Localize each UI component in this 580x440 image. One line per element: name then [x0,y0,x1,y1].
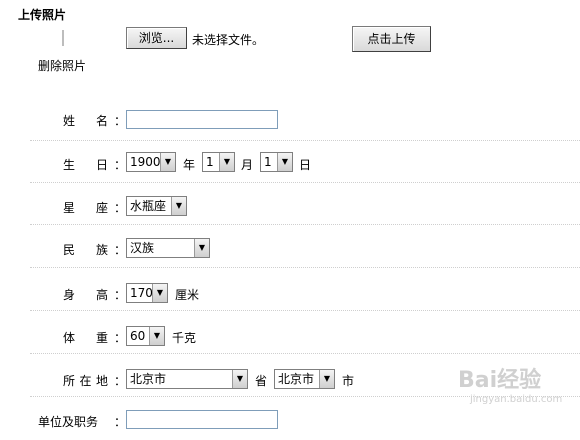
chevron-down-icon: ▼ [277,153,292,171]
height-value: 170 [130,286,153,300]
birth-day-value: 1 [264,155,272,169]
weight-value: 60 [130,329,146,343]
location-label: 所 在 地 [63,374,108,388]
zodiac-label: 星 座 [63,201,108,215]
height-colon: ： [114,288,127,302]
row-divider [30,224,580,225]
watermark-url: jingyan.baidu.com [470,394,563,405]
photo-preview-placeholder [62,30,64,46]
form-row-name: 姓 名 ： [0,99,580,141]
form-row-birthday: 生 日 ： 1900 ▼ 年 1 ▼ 月 1 ▼ 日 [0,141,580,183]
province-unit: 省 [255,374,268,388]
zodiac-select[interactable]: 水瓶座 ▼ [126,196,187,216]
chevron-down-icon: ▼ [171,197,186,215]
province-select[interactable]: 北京市 ▼ [126,369,248,389]
height-unit: 厘米 [175,288,200,302]
year-unit: 年 [183,158,196,172]
birthday-label: 生 日 [63,158,108,172]
weight-label: 体 重 [63,331,108,345]
chevron-down-icon: ▼ [194,239,209,257]
employer-colon: ： [114,415,127,429]
row-divider [30,267,580,268]
employer-label: 单位及职务 [38,415,99,429]
location-colon: ： [114,374,127,388]
name-label: 姓 名 [63,114,108,128]
chevron-down-icon: ▼ [160,153,175,171]
city-unit: 市 [342,374,355,388]
birthday-colon: ： [114,158,127,172]
chevron-down-icon: ▼ [149,327,164,345]
ethnicity-colon: ： [114,243,127,257]
weight-unit: 千克 [172,331,197,345]
row-divider [30,353,580,354]
ethnicity-select[interactable]: 汉族 ▼ [126,238,210,258]
zodiac-colon: ： [114,201,127,215]
form-row-weight: 体 重 ： 60 ▼ 千克 [0,312,580,354]
browse-button[interactable]: 浏览... [126,27,187,49]
no-file-selected-text: 未选择文件。 [192,33,265,47]
baidu-watermark: Bai经验 jingyan.baidu.com [458,362,562,405]
row-divider [30,310,580,311]
watermark-logo-text: Bai经验 [458,368,542,393]
name-input[interactable] [126,110,278,129]
upload-button[interactable]: 点击上传 [352,26,431,52]
city-select[interactable]: 北京市 ▼ [274,369,335,389]
birth-year-select[interactable]: 1900 ▼ [126,152,176,172]
form-row-zodiac: 星 座 ： 水瓶座 ▼ [0,183,580,225]
form-row-height: 身 高 ： 170 ▼ 厘米 [0,269,580,311]
chevron-down-icon: ▼ [232,370,247,388]
birth-year-value: 1900 [130,155,161,169]
city-value: 北京市 [278,372,315,386]
birth-month-select[interactable]: 1 ▼ [202,152,235,172]
delete-photo-link[interactable]: 删除照片 [38,57,86,74]
weight-select[interactable]: 60 ▼ [126,326,165,346]
province-value: 北京市 [130,372,167,386]
birth-day-select[interactable]: 1 ▼ [260,152,293,172]
height-select[interactable]: 170 ▼ [126,283,168,303]
employer-input[interactable] [126,410,278,429]
birth-month-value: 1 [206,155,214,169]
form-row-ethnicity: 民 族 ： 汉族 ▼ [0,226,580,268]
upload-photo-title: 上传照片 [18,8,67,22]
ethnicity-label: 民 族 [63,243,108,257]
weight-colon: ： [114,331,127,345]
month-unit: 月 [241,158,254,172]
day-unit: 日 [299,158,312,172]
height-label: 身 高 [63,288,108,302]
chevron-down-icon: ▼ [219,153,234,171]
chevron-down-icon: ▼ [319,370,334,388]
zodiac-value: 水瓶座 [130,199,167,213]
chevron-down-icon: ▼ [152,284,167,302]
ethnicity-value: 汉族 [130,241,155,255]
name-colon: ： [114,114,127,128]
